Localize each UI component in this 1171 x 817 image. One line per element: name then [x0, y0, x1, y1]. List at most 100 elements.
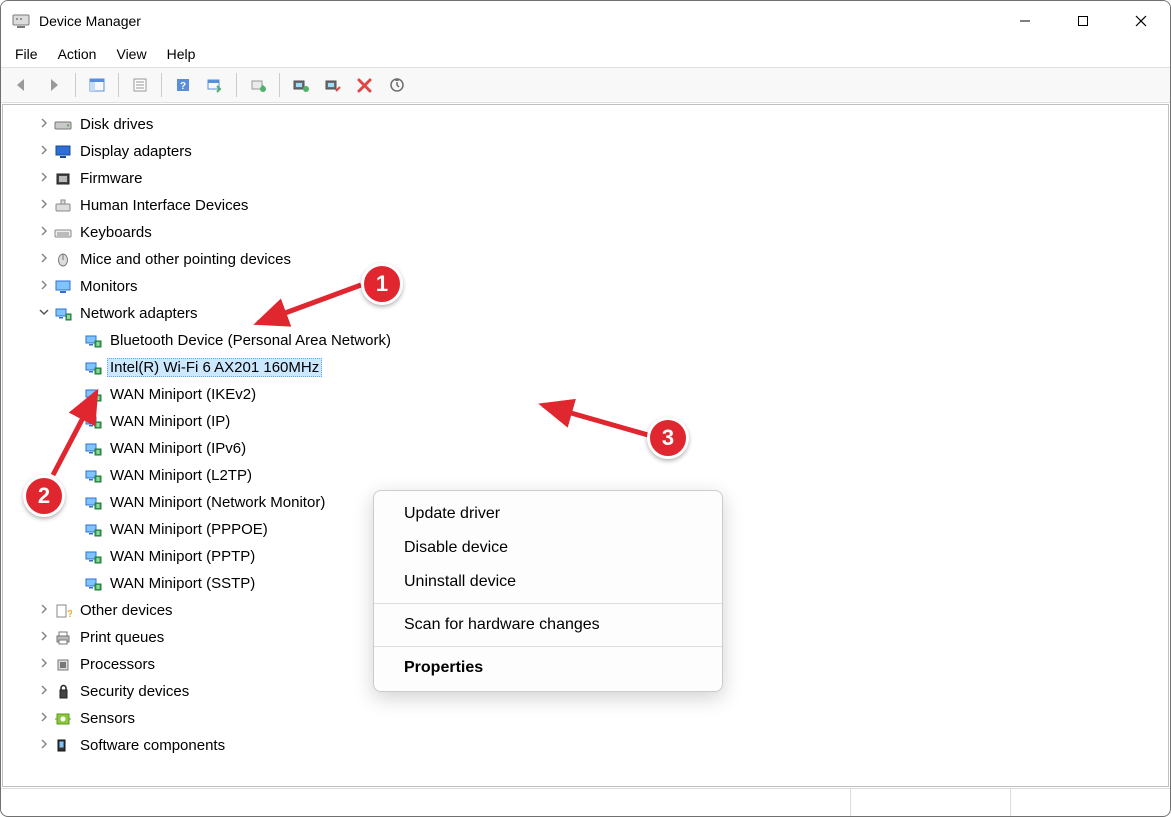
- show-hide-console-button[interactable]: [82, 71, 112, 99]
- menu-file[interactable]: File: [5, 44, 48, 64]
- toolbar-separator: [279, 73, 280, 97]
- back-button[interactable]: [7, 71, 37, 99]
- expand-chevron-icon[interactable]: [37, 145, 51, 158]
- expand-chevron-icon[interactable]: [37, 199, 51, 212]
- ctx-separator: [374, 603, 722, 604]
- tree-category[interactable]: Firmware: [5, 165, 1166, 192]
- device-label: WAN Miniport (IP): [107, 412, 233, 431]
- toolbar: ?: [1, 67, 1170, 103]
- expand-chevron-icon[interactable]: [37, 118, 51, 131]
- ctx-disable-device[interactable]: Disable device: [374, 531, 722, 565]
- ctx-uninstall-device[interactable]: Uninstall device: [374, 565, 722, 599]
- status-segment: [850, 789, 1010, 816]
- toolbar-separator: [75, 73, 76, 97]
- category-icon: [53, 196, 73, 216]
- tree-item[interactable]: WAN Miniport (L2TP): [5, 462, 1166, 489]
- expand-chevron-icon[interactable]: [37, 280, 51, 293]
- tree-category[interactable]: Mice and other pointing devices: [5, 246, 1166, 273]
- category-icon: [53, 736, 73, 756]
- device-label: WAN Miniport (L2TP): [107, 466, 255, 485]
- scan-hardware-button[interactable]: [200, 71, 230, 99]
- category-label: Keyboards: [77, 223, 155, 242]
- device-label: WAN Miniport (Network Monitor): [107, 493, 328, 512]
- disable-device-button[interactable]: [318, 71, 348, 99]
- expand-chevron-icon[interactable]: [37, 604, 51, 617]
- tree-category[interactable]: Sensors: [5, 705, 1166, 732]
- expand-chevron-icon[interactable]: [37, 685, 51, 698]
- forward-button[interactable]: [39, 71, 69, 99]
- device-icon: [83, 385, 103, 405]
- tree-category[interactable]: Human Interface Devices: [5, 192, 1166, 219]
- expand-chevron-icon[interactable]: [37, 739, 51, 752]
- device-icon: [83, 439, 103, 459]
- expand-chevron-icon[interactable]: [37, 712, 51, 725]
- category-label: Display adapters: [77, 142, 195, 161]
- tree-item[interactable]: Intel(R) Wi-Fi 6 AX201 160MHz: [5, 354, 1166, 381]
- device-icon: [83, 331, 103, 351]
- device-label: WAN Miniport (SSTP): [107, 574, 258, 593]
- close-button[interactable]: [1112, 1, 1170, 41]
- category-icon: [53, 655, 73, 675]
- device-icon: [83, 466, 103, 486]
- expand-chevron-icon[interactable]: [37, 226, 51, 239]
- status-segment: [1, 789, 850, 816]
- toolbar-separator: [161, 73, 162, 97]
- category-label: Security devices: [77, 682, 192, 701]
- category-icon: [53, 277, 73, 297]
- svg-text:?: ?: [67, 609, 72, 619]
- app-icon: [11, 11, 31, 31]
- category-icon: [53, 628, 73, 648]
- tree-category[interactable]: Display adapters: [5, 138, 1166, 165]
- expand-chevron-icon[interactable]: [37, 307, 51, 320]
- ctx-separator: [374, 646, 722, 647]
- ctx-update-driver[interactable]: Update driver: [374, 497, 722, 531]
- tree-item[interactable]: WAN Miniport (IKEv2): [5, 381, 1166, 408]
- svg-text:?: ?: [180, 81, 186, 92]
- device-label: Intel(R) Wi-Fi 6 AX201 160MHz: [107, 358, 322, 377]
- expand-chevron-icon[interactable]: [37, 658, 51, 671]
- properties-button[interactable]: [125, 71, 155, 99]
- category-label: Human Interface Devices: [77, 196, 251, 215]
- update-driver-button[interactable]: [243, 71, 273, 99]
- window-title: Device Manager: [39, 13, 141, 29]
- tree-item[interactable]: WAN Miniport (IPv6): [5, 435, 1166, 462]
- enable-device-button[interactable]: [286, 71, 316, 99]
- category-label: Software components: [77, 736, 228, 755]
- ctx-scan-hardware[interactable]: Scan for hardware changes: [374, 608, 722, 642]
- device-icon: [83, 547, 103, 567]
- category-icon: [53, 142, 73, 162]
- category-icon: [53, 223, 73, 243]
- device-icon: [83, 493, 103, 513]
- category-label: Disk drives: [77, 115, 156, 134]
- device-label: WAN Miniport (PPPOE): [107, 520, 271, 539]
- menu-action[interactable]: Action: [48, 44, 107, 64]
- category-label: Network adapters: [77, 304, 201, 323]
- expand-chevron-icon[interactable]: [37, 172, 51, 185]
- ctx-properties[interactable]: Properties: [374, 651, 722, 685]
- toolbar-separator: [118, 73, 119, 97]
- menu-view[interactable]: View: [106, 44, 156, 64]
- tree-item[interactable]: Bluetooth Device (Personal Area Network): [5, 327, 1166, 354]
- tree-category[interactable]: Disk drives: [5, 111, 1166, 138]
- expand-chevron-icon[interactable]: [37, 253, 51, 266]
- expand-chevron-icon[interactable]: [37, 631, 51, 644]
- uninstall-device-button[interactable]: [350, 71, 380, 99]
- tree-category[interactable]: Software components: [5, 732, 1166, 759]
- device-label: WAN Miniport (IKEv2): [107, 385, 259, 404]
- window: Device Manager File Action View Help ? D: [0, 0, 1171, 817]
- help-button[interactable]: ?: [168, 71, 198, 99]
- tree-category[interactable]: Keyboards: [5, 219, 1166, 246]
- category-label: Sensors: [77, 709, 138, 728]
- tree-category[interactable]: Network adapters: [5, 300, 1166, 327]
- maximize-button[interactable]: [1054, 1, 1112, 41]
- add-legacy-button[interactable]: [382, 71, 412, 99]
- tree-category[interactable]: Monitors: [5, 273, 1166, 300]
- minimize-button[interactable]: [996, 1, 1054, 41]
- category-icon: [53, 709, 73, 729]
- menu-help[interactable]: Help: [157, 44, 206, 64]
- category-label: Print queues: [77, 628, 167, 647]
- tree-item[interactable]: WAN Miniport (IP): [5, 408, 1166, 435]
- category-label: Other devices: [77, 601, 176, 620]
- status-segment: [1010, 789, 1170, 816]
- category-label: Processors: [77, 655, 158, 674]
